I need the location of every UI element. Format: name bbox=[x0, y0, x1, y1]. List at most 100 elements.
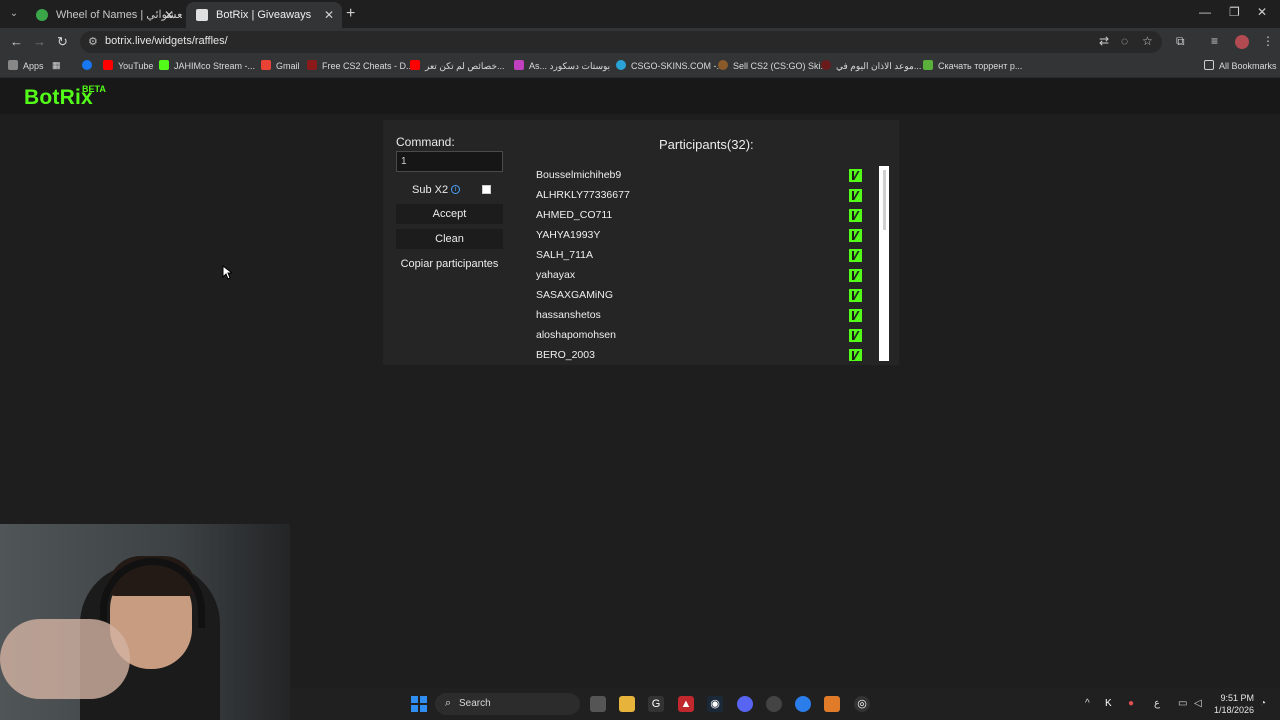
gmail-icon bbox=[261, 60, 271, 70]
apps-grid-icon bbox=[8, 60, 18, 70]
bookmark-torrent[interactable]: Скачать торрент р... bbox=[923, 60, 1022, 71]
list-item: aloshapomohsen bbox=[520, 326, 863, 346]
eye-off-icon[interactable]: ◌ bbox=[1121, 34, 1128, 48]
site-info-icon[interactable]: ⚙ bbox=[88, 35, 98, 48]
menu-icon[interactable]: ⋮ bbox=[1262, 34, 1274, 48]
clock-time: 9:51 PM bbox=[1220, 693, 1255, 703]
bookmark-gmail[interactable]: Gmail bbox=[261, 60, 300, 71]
botrix-favicon-icon bbox=[196, 9, 208, 21]
bookmark-discord-posts[interactable]: As... بوستات دسكورد bbox=[514, 60, 610, 72]
bookmark-label: Скачать торрент р... bbox=[938, 61, 1023, 71]
participant-name: Bousselmichiheb9 bbox=[536, 169, 622, 181]
translate-icon[interactable]: ⇄ bbox=[1099, 34, 1109, 48]
kick-icon bbox=[849, 269, 862, 282]
reload-icon[interactable]: ↻ bbox=[57, 34, 68, 50]
participants-title: Participants(32): bbox=[659, 137, 754, 152]
discord-icon[interactable] bbox=[737, 696, 753, 712]
taskbar-clock[interactable]: 9:51 PM 1/18/2026 bbox=[1214, 692, 1254, 716]
list-item: YAHYA1993Y bbox=[520, 226, 863, 246]
bookmark-prayer-times[interactable]: موعد الاذان اليوم في... bbox=[821, 60, 921, 72]
kick-icon bbox=[849, 349, 862, 361]
sub-x2-checkbox[interactable] bbox=[482, 185, 491, 194]
list-item: ALHRKLY77336677 bbox=[520, 186, 863, 206]
bookmark-arabic-1[interactable]: خصائص لم تكن تعر... bbox=[410, 60, 505, 72]
mouse-cursor-icon bbox=[222, 265, 232, 280]
settings-app-icon[interactable] bbox=[766, 696, 782, 712]
microphone-icon[interactable]: ● bbox=[1128, 698, 1134, 709]
valorant-icon[interactable]: ▲ bbox=[678, 696, 694, 712]
all-bookmarks[interactable]: All Bookmarks bbox=[1204, 60, 1277, 71]
tab-botrix[interactable]: BotRix | Giveaways ✕ bbox=[186, 2, 342, 28]
search-icon: ⌕ bbox=[445, 697, 452, 709]
list-item: BERO_2003 bbox=[520, 346, 863, 361]
kick-icon bbox=[849, 249, 862, 262]
close-tab-icon[interactable]: ✕ bbox=[164, 2, 174, 28]
streamer-hand bbox=[0, 619, 130, 699]
bookmark-label: JAHIMco Stream -... bbox=[174, 61, 256, 71]
kick-icon bbox=[159, 60, 169, 70]
bookmark-sell-cs2[interactable]: Sell CS2 (CS:GO) Ski... bbox=[718, 60, 828, 71]
obs-icon[interactable]: ◎ bbox=[854, 696, 870, 712]
network-icon[interactable]: ▭ bbox=[1178, 698, 1187, 709]
bookmark-cs2-cheats[interactable]: Free CS2 Cheats - D... bbox=[307, 60, 414, 71]
bookmark-youtube[interactable]: YouTube bbox=[103, 60, 153, 71]
browser-toolbar: ← → ↻ ⚙ botrix.live/widgets/raffles/ ⇄ ◌… bbox=[0, 28, 1280, 56]
site-favicon-icon bbox=[307, 60, 317, 70]
tab-wheel-of-names[interactable]: Wheel of Names | أسم العشوائي ✕ bbox=[26, 2, 182, 28]
scrollbar-thumb[interactable] bbox=[883, 170, 886, 230]
kick-tray-icon[interactable]: K bbox=[1105, 698, 1112, 709]
copy-participants-button[interactable]: Copiar participantes bbox=[383, 254, 516, 274]
bookmark-label: Free CS2 Cheats - D... bbox=[322, 61, 414, 71]
accept-button[interactable]: Accept bbox=[396, 204, 503, 224]
command-label: Command: bbox=[396, 135, 455, 149]
raffle-panel: Command: Sub X2 i Accept Clean Copiar pa… bbox=[383, 120, 899, 365]
volume-icon[interactable]: ◁ bbox=[1194, 698, 1202, 709]
extensions-icon[interactable]: ⧉ bbox=[1176, 34, 1185, 49]
command-input[interactable] bbox=[396, 151, 503, 172]
restore-icon[interactable]: ❐ bbox=[1229, 5, 1240, 19]
bookmark-facebook[interactable] bbox=[82, 60, 97, 71]
profile-avatar[interactable] bbox=[1235, 35, 1249, 49]
app-orange-icon[interactable] bbox=[824, 696, 840, 712]
file-explorer-icon[interactable] bbox=[619, 696, 635, 712]
list-item: hassanshetos bbox=[520, 306, 863, 326]
bookmark-csgo-skins[interactable]: CSGO-SKINS.COM -... bbox=[616, 60, 724, 71]
participant-name: hassanshetos bbox=[536, 309, 601, 321]
language-indicator[interactable]: ع bbox=[1154, 698, 1160, 709]
notifications-icon[interactable]: ◔ bbox=[1260, 698, 1266, 709]
site-header: BotRix BETA bbox=[0, 78, 1280, 114]
tab-groups-icon[interactable]: ▦ bbox=[52, 60, 61, 71]
kick-icon bbox=[849, 229, 862, 242]
bookmark-apps[interactable]: Apps bbox=[8, 60, 44, 71]
tray-overflow-icon[interactable]: ^ bbox=[1085, 698, 1090, 709]
kick-icon bbox=[849, 289, 862, 302]
site-favicon-icon bbox=[514, 60, 524, 70]
bookmarks-bar: Apps ▦ YouTube JAHIMco Stream -... Gmail… bbox=[0, 56, 1280, 78]
close-window-icon[interactable]: ✕ bbox=[1257, 5, 1267, 19]
bookmark-label: موعد الاذان اليوم في... bbox=[836, 61, 922, 71]
bookmark-jahimco[interactable]: JAHIMco Stream -... bbox=[159, 60, 255, 71]
task-view-icon[interactable] bbox=[590, 696, 606, 712]
address-bar[interactable]: ⚙ botrix.live/widgets/raffles/ bbox=[80, 31, 1162, 53]
clean-button[interactable]: Clean bbox=[396, 229, 503, 249]
folder-icon bbox=[1204, 60, 1214, 70]
star-icon[interactable]: ☆ bbox=[1142, 34, 1153, 48]
minimize-icon[interactable]: — bbox=[1199, 5, 1211, 19]
media-icon[interactable]: ≡ bbox=[1211, 34, 1218, 48]
windows-start-icon[interactable] bbox=[411, 696, 427, 712]
list-item: yahayax bbox=[520, 266, 863, 286]
logitech-icon[interactable]: G bbox=[648, 696, 664, 712]
info-icon[interactable]: i bbox=[451, 185, 460, 194]
tab-search-icon[interactable]: ⌄ bbox=[6, 6, 22, 22]
clock-date: 1/18/2026 bbox=[1214, 705, 1255, 715]
forward-icon[interactable]: → bbox=[33, 34, 46, 49]
close-tab-icon[interactable]: ✕ bbox=[324, 2, 334, 28]
chrome-icon[interactable] bbox=[795, 696, 811, 712]
taskbar-search[interactable]: ⌕ Search bbox=[435, 693, 580, 715]
steam-icon[interactable]: ◉ bbox=[707, 696, 723, 712]
participants-list[interactable]: Bousselmichiheb9 ALHRKLY77336677 AHMED_C… bbox=[520, 166, 863, 361]
url-text[interactable]: botrix.live/widgets/raffles/ bbox=[105, 35, 228, 47]
plus-icon[interactable]: + bbox=[346, 5, 355, 23]
back-icon[interactable]: ← bbox=[10, 34, 23, 49]
windows-taskbar: ⌕ Search G ▲ ◉ ◎ ^ K ● ع ▭ ◁ 9:51 PM 1/1… bbox=[290, 688, 1280, 720]
